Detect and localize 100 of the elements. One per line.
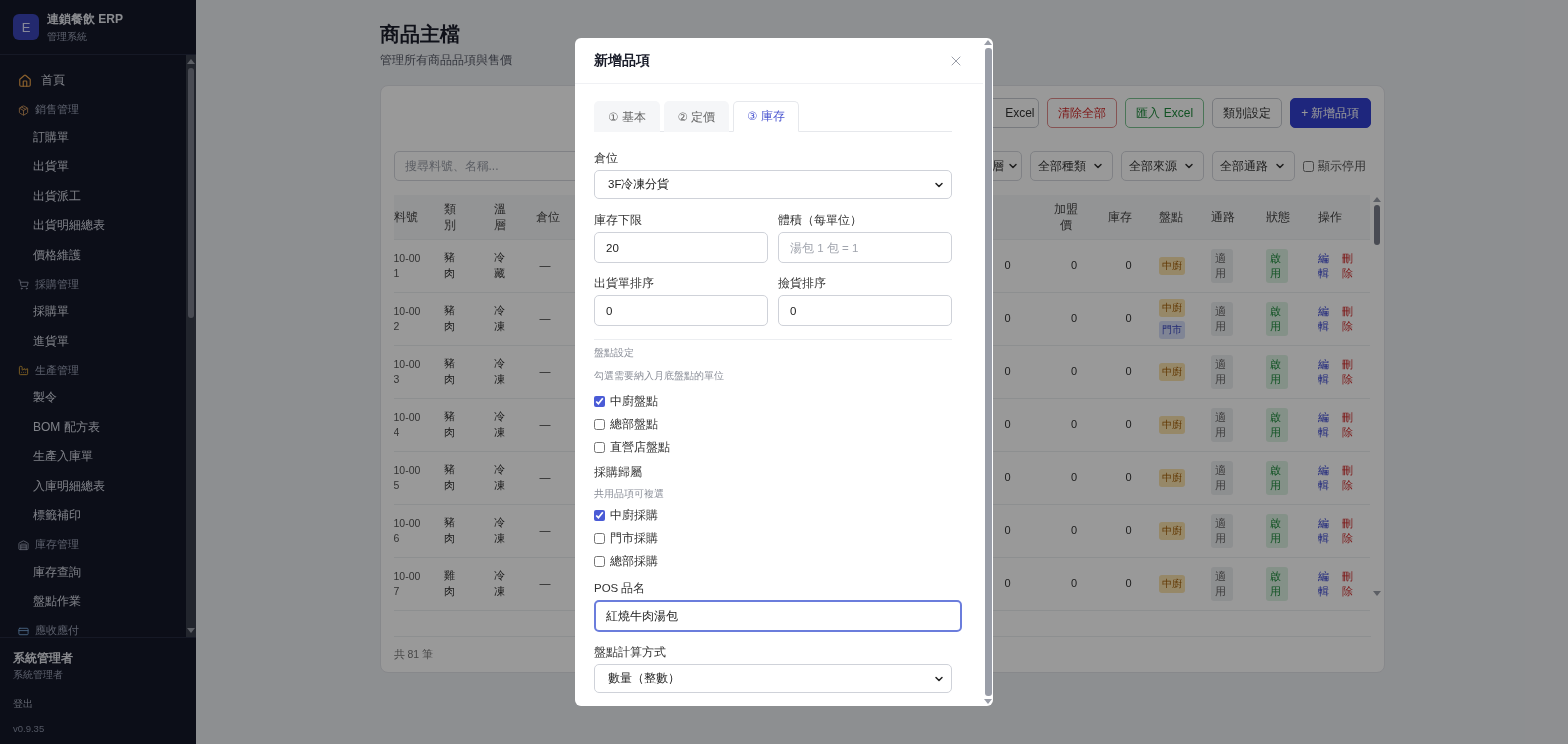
table-cell-text: 豬肉 [443, 356, 456, 387]
nav-item[interactable]: BOM 配方表 [33, 418, 100, 436]
delete-link[interactable]: 刪除 [1342, 516, 1354, 546]
checkbox[interactable] [594, 510, 605, 521]
delete-link[interactable]: 刪除 [1342, 463, 1354, 493]
status-tag: 啟用 [1265, 567, 1288, 601]
toolbar-button[interactable]: + 新增品項 [1290, 98, 1371, 128]
nav-item[interactable]: 出貨明細總表 [33, 217, 105, 235]
table-cell-text: 豬肉 [443, 409, 456, 440]
checkbox-label: 門市採購 [610, 531, 658, 546]
nav-item[interactable]: 採購單 [33, 303, 69, 321]
tab[interactable]: ① 基本 [594, 101, 660, 132]
house-icon [18, 73, 32, 88]
delete-link[interactable]: 刪除 [1342, 410, 1354, 440]
nav-group-label: 生產管理 [35, 363, 79, 378]
filter-select[interactable]: 全部通路 [1211, 151, 1295, 181]
toolbar-button[interactable]: 類別設定 [1212, 98, 1283, 128]
checkbox[interactable] [594, 442, 605, 453]
field-label: 盤點計算方式 [594, 645, 667, 660]
table-cell-text: — [538, 576, 551, 592]
table-cell-text: 冷凍 [493, 303, 506, 334]
nav-group-label: 採購管理 [35, 277, 79, 292]
delete-link[interactable]: 刪除 [1342, 569, 1354, 599]
nav-item[interactable]: 製令 [33, 389, 57, 407]
logout-link[interactable]: 登出 [13, 697, 33, 711]
page-title: 商品主檔 [379, 22, 460, 47]
table-cell-text: 10-002 [393, 303, 422, 334]
field-label: 倉位 [594, 151, 619, 166]
channel-tag: 適用 [1210, 355, 1233, 389]
table-cell-text: 豬肉 [443, 303, 456, 334]
input-field[interactable]: 0 [594, 295, 768, 326]
nav-item[interactable]: 標籤補印 [33, 507, 81, 525]
field-label: 庫存下限 [594, 213, 643, 228]
table-cell-text: 10-004 [393, 409, 422, 440]
status-tag: 啟用 [1265, 461, 1288, 495]
column-header: 狀態 [1265, 209, 1290, 225]
nav-item[interactable]: 入庫明細總表 [33, 477, 105, 495]
nav-item[interactable]: 進貨單 [33, 332, 69, 350]
count-tag: 中廚 [1158, 469, 1185, 487]
delete-link[interactable]: 刪除 [1342, 251, 1354, 281]
status-tag: 啟用 [1265, 514, 1288, 548]
nav-item[interactable]: 庫存查詢 [33, 563, 81, 581]
card-icon [18, 625, 29, 637]
tab[interactable]: ② 定價 [663, 101, 730, 132]
nav-item[interactable]: 訂購單 [33, 128, 69, 146]
checkbox[interactable] [594, 396, 605, 407]
edit-link[interactable]: 編輯 [1317, 516, 1330, 546]
delete-link[interactable]: 刪除 [1342, 357, 1354, 387]
warehouse-select[interactable]: 3F冷凍分貨 [594, 170, 952, 199]
edit-link[interactable]: 編輯 [1317, 304, 1330, 334]
nav-item[interactable]: 首頁 [41, 72, 65, 90]
edit-link[interactable]: 編輯 [1317, 357, 1330, 387]
table-cell-text: — [538, 364, 551, 380]
user-name: 系統管理者 [13, 651, 74, 666]
user-role: 系統管理者 [13, 668, 64, 682]
table-cell-text: 10-003 [393, 356, 422, 387]
filter-select[interactable]: 全部來源 [1120, 151, 1204, 181]
page-subtitle: 管理所有商品品項與售價 [379, 53, 512, 68]
checkbox[interactable] [594, 533, 605, 544]
channel-tag: 適用 [1210, 302, 1233, 336]
nav-item[interactable]: 出貨單 [33, 158, 69, 176]
delete-link[interactable]: 刪除 [1342, 304, 1354, 334]
table-cell-text: 0 [1069, 470, 1078, 486]
input-field[interactable]: 湯包 1 包 = 1 [778, 232, 952, 263]
nav-item[interactable]: 出貨派工 [33, 187, 81, 205]
nav-group-label: 銷售管理 [35, 103, 79, 117]
scrollbar[interactable] [186, 55, 196, 637]
table-cell-text: 0 [1069, 258, 1078, 274]
checkbox[interactable] [594, 556, 605, 567]
nav-item[interactable]: 生產入庫單 [33, 448, 93, 466]
input-field[interactable]: 0 [778, 295, 952, 326]
column-header: 加盟價 [1053, 201, 1079, 233]
table-cell-text: 0 [1125, 470, 1133, 486]
edit-link[interactable]: 編輯 [1317, 251, 1330, 281]
field-label: 體積（每單位） [778, 213, 863, 228]
nav-item[interactable]: 價格維護 [33, 246, 81, 264]
column-header: 通路 [1210, 209, 1235, 225]
nav-item[interactable]: 盤點作業 [33, 593, 81, 611]
count-tag: 中廚 [1158, 257, 1185, 275]
count-tag: 門市 [1158, 321, 1185, 339]
toolbar-button[interactable]: 匯入 Excel [1125, 98, 1205, 128]
section-title: 採購歸屬 [594, 465, 643, 480]
show-disabled-label: 顯示停用 [1317, 157, 1366, 175]
toolbar-button[interactable]: 清除全部 [1047, 98, 1118, 128]
table-cell-text: 冷凍 [493, 568, 506, 599]
table-cell-text: 豬肉 [443, 462, 456, 493]
edit-link[interactable]: 編輯 [1317, 569, 1330, 599]
tab[interactable]: ③ 庫存 [733, 101, 799, 132]
table-cell-text: 0 [1069, 523, 1078, 539]
edit-link[interactable]: 編輯 [1317, 463, 1330, 493]
field-label: 撿貨排序 [778, 276, 827, 291]
table-cell-text: 0 [1069, 311, 1078, 327]
table-cell-text: 0 [1125, 576, 1133, 592]
filter-select[interactable]: 全部種類 [1029, 151, 1113, 181]
edit-link[interactable]: 編輯 [1317, 410, 1330, 440]
input-field[interactable]: 20 [594, 232, 768, 263]
table-cell-text: 0 [1125, 258, 1133, 274]
checkbox[interactable] [594, 419, 605, 430]
count-method-select[interactable]: 數量（整數） [594, 664, 952, 693]
pos-name-field[interactable]: 紅燒牛肉湯包 [594, 600, 962, 632]
